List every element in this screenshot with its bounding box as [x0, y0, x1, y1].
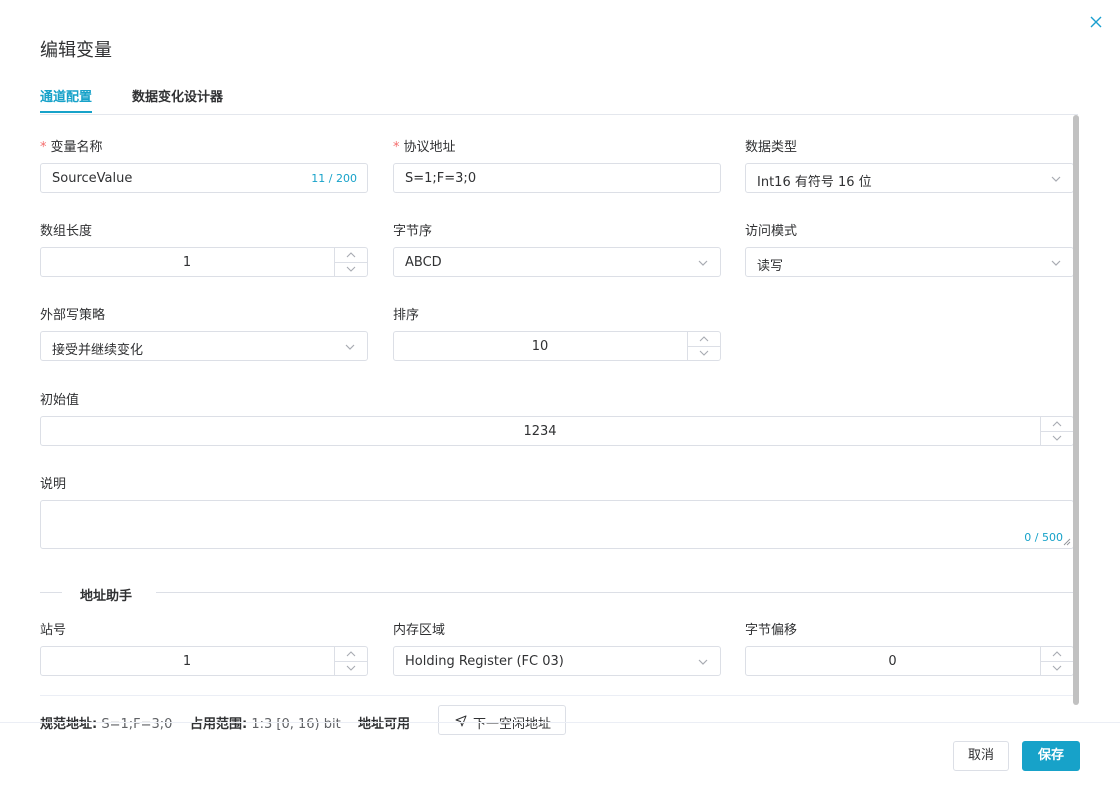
sort-stepper[interactable]: 10 — [393, 331, 721, 361]
array-len-stepper[interactable]: 1 — [40, 247, 368, 277]
ext-write-label: 外部写策略 — [40, 308, 106, 323]
occupied-range-label: 占用范围: — [190, 717, 248, 732]
close-icon[interactable] — [1086, 12, 1106, 32]
decrease-button[interactable] — [335, 661, 367, 675]
address-helper-title: 地址助手 — [80, 589, 133, 604]
byte-offset-stepper[interactable]: 0 — [745, 646, 1074, 676]
chevron-down-icon — [1051, 260, 1061, 266]
access-mode-value: 读写 — [757, 259, 784, 274]
increase-button[interactable] — [688, 332, 720, 347]
dialog-title: 编辑变量 — [40, 40, 112, 61]
occupied-range-value: 1:3 [0, 16) bit — [251, 717, 341, 732]
chevron-up-icon — [1052, 651, 1062, 657]
required-mark: * — [40, 140, 47, 155]
protocol-addr-input[interactable]: S=1;F=3;0 — [393, 163, 721, 193]
station-value: 1 — [182, 654, 192, 669]
byte-order-value: ABCD — [405, 255, 442, 270]
byte-order-label: 字节序 — [393, 224, 433, 239]
normalized-address-label: 规范地址: — [40, 717, 98, 732]
divider-line-left — [40, 592, 62, 593]
chevron-down-icon — [1051, 176, 1061, 182]
data-type-label: 数据类型 — [745, 140, 798, 155]
var-name-value: SourceValue — [52, 171, 133, 186]
description-textarea[interactable]: 0 / 500 — [40, 500, 1074, 549]
stepper-controls — [1040, 417, 1073, 445]
decrease-button[interactable] — [1041, 431, 1073, 445]
var-name-label-text: 变量名称 — [50, 140, 103, 155]
stepper-controls — [687, 332, 720, 360]
save-button[interactable]: 保存 — [1022, 741, 1080, 771]
info-separator — [40, 695, 1076, 696]
protocol-addr-label-text: 协议地址 — [403, 140, 456, 155]
next-free-address-button[interactable]: 下一空闲地址 — [438, 705, 566, 735]
station-stepper[interactable]: 1 — [40, 646, 368, 676]
data-type-value: Int16 有符号 16 位 — [757, 175, 872, 190]
var-name-count: 11 / 200 — [311, 172, 357, 185]
memory-area-label: 内存区域 — [393, 623, 446, 638]
ext-write-value: 接受并继续变化 — [52, 343, 144, 358]
increase-button[interactable] — [335, 647, 367, 662]
chevron-down-icon — [699, 350, 709, 356]
ext-write-select[interactable]: 接受并继续变化 — [40, 331, 368, 361]
navigation-arrow-icon — [455, 715, 467, 727]
chevron-down-icon — [1052, 665, 1062, 671]
station-label: 站号 — [40, 623, 67, 638]
normalized-address-value: S=1;F=3;0 — [101, 717, 173, 732]
array-len-value: 1 — [182, 255, 192, 270]
divider-line-right — [156, 592, 1076, 593]
description-count: 0 / 500 — [1024, 531, 1063, 544]
array-len-label: 数组长度 — [40, 224, 93, 239]
memory-area-value: Holding Register (FC 03) — [405, 654, 564, 669]
byte-order-select[interactable]: ABCD — [393, 247, 721, 277]
decrease-button[interactable] — [1041, 661, 1073, 675]
required-mark: * — [393, 140, 400, 155]
initial-value-label: 初始值 — [40, 393, 80, 408]
decrease-button[interactable] — [688, 346, 720, 360]
chevron-down-icon — [346, 266, 356, 272]
tab-bar: 通道配置 数据变化设计器 — [40, 84, 1078, 115]
footer-separator — [0, 722, 1120, 723]
cancel-button[interactable]: 取消 — [953, 741, 1009, 771]
chevron-down-icon — [698, 260, 708, 266]
stepper-controls — [334, 647, 367, 675]
active-tab-indicator — [40, 111, 92, 113]
edit-variable-dialog: 编辑变量 通道配置 数据变化设计器 * 变量名称 SourceValue 11 /… — [0, 0, 1120, 808]
byte-offset-label: 字节偏移 — [745, 623, 798, 638]
protocol-addr-value: S=1;F=3;0 — [405, 171, 477, 186]
increase-button[interactable] — [335, 248, 367, 263]
chevron-down-icon — [698, 659, 708, 665]
decrease-button[interactable] — [335, 262, 367, 276]
byte-offset-value: 0 — [888, 654, 897, 669]
sort-value: 10 — [531, 339, 549, 354]
initial-value: 1234 — [523, 424, 557, 439]
stepper-controls — [1040, 647, 1073, 675]
tab-channel-config[interactable]: 通道配置 — [40, 86, 92, 105]
chevron-down-icon — [346, 665, 356, 671]
vertical-scrollbar[interactable] — [1073, 115, 1079, 705]
stepper-controls — [334, 248, 367, 276]
access-mode-select[interactable]: 读写 — [745, 247, 1074, 277]
increase-button[interactable] — [1041, 647, 1073, 662]
initial-value-stepper[interactable]: 1234 — [40, 416, 1074, 446]
access-mode-label: 访问模式 — [745, 224, 798, 239]
chevron-up-icon — [346, 651, 356, 657]
var-name-label: * 变量名称 — [40, 136, 103, 155]
description-label: 说明 — [40, 477, 67, 492]
chevron-down-icon — [345, 344, 355, 350]
memory-area-select[interactable]: Holding Register (FC 03) — [393, 646, 721, 676]
tab-data-change-designer[interactable]: 数据变化设计器 — [132, 86, 223, 105]
var-name-input[interactable]: SourceValue 11 / 200 — [40, 163, 368, 193]
sort-label: 排序 — [393, 308, 420, 323]
address-available-text: 地址可用 — [358, 717, 411, 732]
chevron-up-icon — [699, 336, 709, 342]
chevron-down-icon — [1052, 435, 1062, 441]
chevron-up-icon — [346, 252, 356, 258]
protocol-addr-label: * 协议地址 — [393, 136, 456, 155]
increase-button[interactable] — [1041, 417, 1073, 432]
chevron-up-icon — [1052, 421, 1062, 427]
resize-grip-icon[interactable] — [1063, 538, 1071, 546]
data-type-select[interactable]: Int16 有符号 16 位 — [745, 163, 1074, 193]
